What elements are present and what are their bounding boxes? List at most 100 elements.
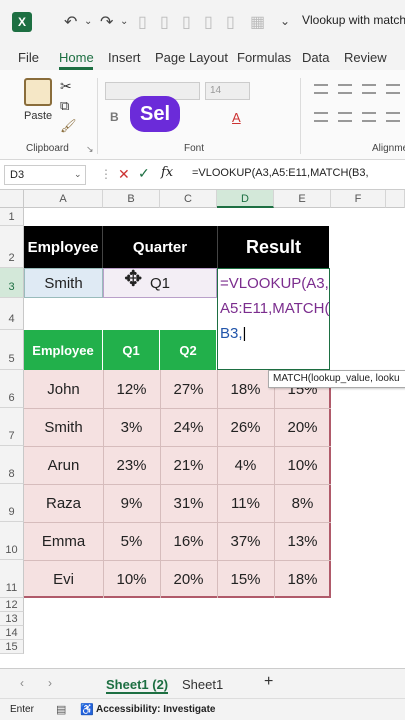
row-header[interactable]: 12 [0, 598, 24, 612]
table-cell[interactable]: 37% [217, 522, 274, 560]
table-header-q2[interactable]: Q2 [160, 330, 217, 370]
table-cell[interactable]: 24% [160, 408, 217, 446]
row-header[interactable]: 6 [0, 370, 24, 408]
input-employee-cell[interactable]: Smith [24, 268, 103, 298]
header-employee-cell[interactable]: Employee [24, 226, 103, 268]
cancel-entry-icon[interactable]: ✕ [118, 166, 130, 183]
table-cell[interactable]: 20% [274, 408, 331, 446]
tab-data[interactable]: Data [302, 50, 329, 65]
table-cell[interactable]: Smith [24, 408, 103, 446]
table-cell[interactable]: 18% [217, 370, 274, 408]
table-cell[interactable]: Evi [24, 560, 103, 598]
format-qa-icon[interactable]: ▯ [182, 12, 191, 32]
input-quarter-cell[interactable]: Q1 [103, 268, 217, 298]
row-header[interactable]: 15 [0, 640, 24, 654]
table-header-q1[interactable]: Q1 [103, 330, 160, 370]
table-cell[interactable]: 18% [274, 560, 331, 598]
paste-button-label[interactable]: Paste [24, 110, 52, 122]
row-header[interactable]: 10 [0, 522, 24, 560]
table-cell[interactable]: 12% [103, 370, 160, 408]
table-cell[interactable]: 26% [217, 408, 274, 446]
redo-dropdown-icon[interactable]: ⌄ [120, 16, 128, 27]
accessibility-icon[interactable]: ♿ [80, 703, 94, 716]
insert-function-icon[interactable]: fx [161, 165, 173, 180]
align-center-icon[interactable] [338, 112, 352, 122]
row-header[interactable]: 13 [0, 612, 24, 626]
align-bottom-icon[interactable] [362, 84, 376, 94]
column-header-c[interactable]: C [160, 190, 217, 208]
format-painter-icon[interactable]: 🖌 [60, 118, 77, 134]
formula-input[interactable]: =VLOOKUP(A3,A5:E11,MATCH(B3, [192, 167, 369, 179]
function-tooltip[interactable]: MATCH(lookup_value, looku [268, 370, 405, 388]
bold-button[interactable]: B [110, 110, 119, 124]
table-cell[interactable]: Arun [24, 446, 103, 484]
font-color-icon[interactable]: A [232, 110, 241, 125]
orientation-icon[interactable] [386, 84, 400, 94]
table-cell[interactable]: 13% [274, 522, 331, 560]
header-quarter-cell[interactable]: Quarter [103, 226, 217, 268]
align-middle-icon[interactable] [338, 84, 352, 94]
clipboard-qa-icon[interactable]: ▯ [138, 12, 147, 32]
row-header-selected[interactable]: 3 [0, 268, 24, 298]
save-icon[interactable]: ▯ [226, 12, 235, 32]
table-cell[interactable]: Emma [24, 522, 103, 560]
copy-icon[interactable]: ⧉ [60, 98, 69, 114]
column-header-e[interactable]: E [274, 190, 331, 208]
table-cell[interactable]: 9% [103, 484, 160, 522]
select-all-corner[interactable] [0, 190, 24, 208]
table-cell[interactable]: 5% [103, 522, 160, 560]
copy-qa-icon[interactable]: ▯ [160, 12, 169, 32]
paste-icon[interactable] [24, 78, 52, 106]
row-header[interactable]: 5 [0, 330, 24, 370]
align-top-icon[interactable] [314, 84, 328, 94]
undo-dropdown-icon[interactable]: ⌄ [84, 16, 92, 27]
table-cell[interactable]: 15% [217, 560, 274, 598]
align-right-icon[interactable] [362, 112, 376, 122]
table-cell[interactable]: 3% [103, 408, 160, 446]
table-cell[interactable]: 31% [160, 484, 217, 522]
table-cell[interactable]: 27% [160, 370, 217, 408]
customize-qa-icon[interactable]: ⌄ [280, 14, 290, 28]
row-header[interactable]: 9 [0, 484, 24, 522]
tab-home[interactable]: Home [59, 50, 94, 65]
table-cell[interactable]: Raza [24, 484, 103, 522]
row-header[interactable]: 1 [0, 208, 24, 226]
table-header-employee[interactable]: Employee [24, 330, 103, 370]
header-result-cell[interactable]: Result [217, 226, 329, 268]
sheet-next-icon[interactable]: › [48, 676, 52, 690]
align-left-icon[interactable] [314, 112, 328, 122]
table-qa-icon[interactable]: ▦ [250, 12, 265, 32]
row-header[interactable]: 2 [0, 226, 24, 268]
table-cell[interactable]: 4% [217, 446, 274, 484]
tab-formulas[interactable]: Formulas [237, 50, 291, 65]
table-cell[interactable]: 8% [274, 484, 331, 522]
table-cell[interactable]: 20% [160, 560, 217, 598]
column-header-g[interactable] [386, 190, 405, 208]
font-size-box[interactable]: 14 [205, 82, 250, 100]
table-cell[interactable]: John [24, 370, 103, 408]
confirm-entry-icon[interactable]: ✓ [138, 165, 150, 182]
sheet-tab-active[interactable]: Sheet1 (2) [106, 677, 169, 694]
column-header-f[interactable]: F [331, 190, 386, 208]
clipboard-launcher-icon[interactable]: ↘ [86, 144, 94, 155]
row-header[interactable]: 11 [0, 560, 24, 598]
table-cell[interactable]: 21% [160, 446, 217, 484]
indent-icon[interactable] [386, 112, 400, 122]
row-header[interactable]: 8 [0, 446, 24, 484]
row-header[interactable]: 14 [0, 626, 24, 640]
tab-page-layout[interactable]: Page Layout [155, 50, 228, 65]
table-cell[interactable]: 10% [274, 446, 331, 484]
table-cell[interactable]: 10% [103, 560, 160, 598]
sheet-prev-icon[interactable]: ‹ [20, 676, 24, 690]
name-box-dropdown-icon[interactable]: ⌄ [74, 169, 82, 180]
print-qa-icon[interactable]: ▯ [204, 12, 213, 32]
column-header-d[interactable]: D [217, 190, 274, 208]
sheet-tab[interactable]: Sheet1 [182, 677, 223, 692]
table-cell[interactable]: 16% [160, 522, 217, 560]
redo-icon[interactable]: ↷ [100, 12, 113, 32]
column-header-a[interactable]: A [24, 190, 103, 208]
row-header[interactable]: 4 [0, 298, 24, 330]
add-sheet-icon[interactable]: + [264, 673, 273, 691]
cut-icon[interactable]: ✂ [60, 78, 72, 95]
table-cell[interactable]: 23% [103, 446, 160, 484]
